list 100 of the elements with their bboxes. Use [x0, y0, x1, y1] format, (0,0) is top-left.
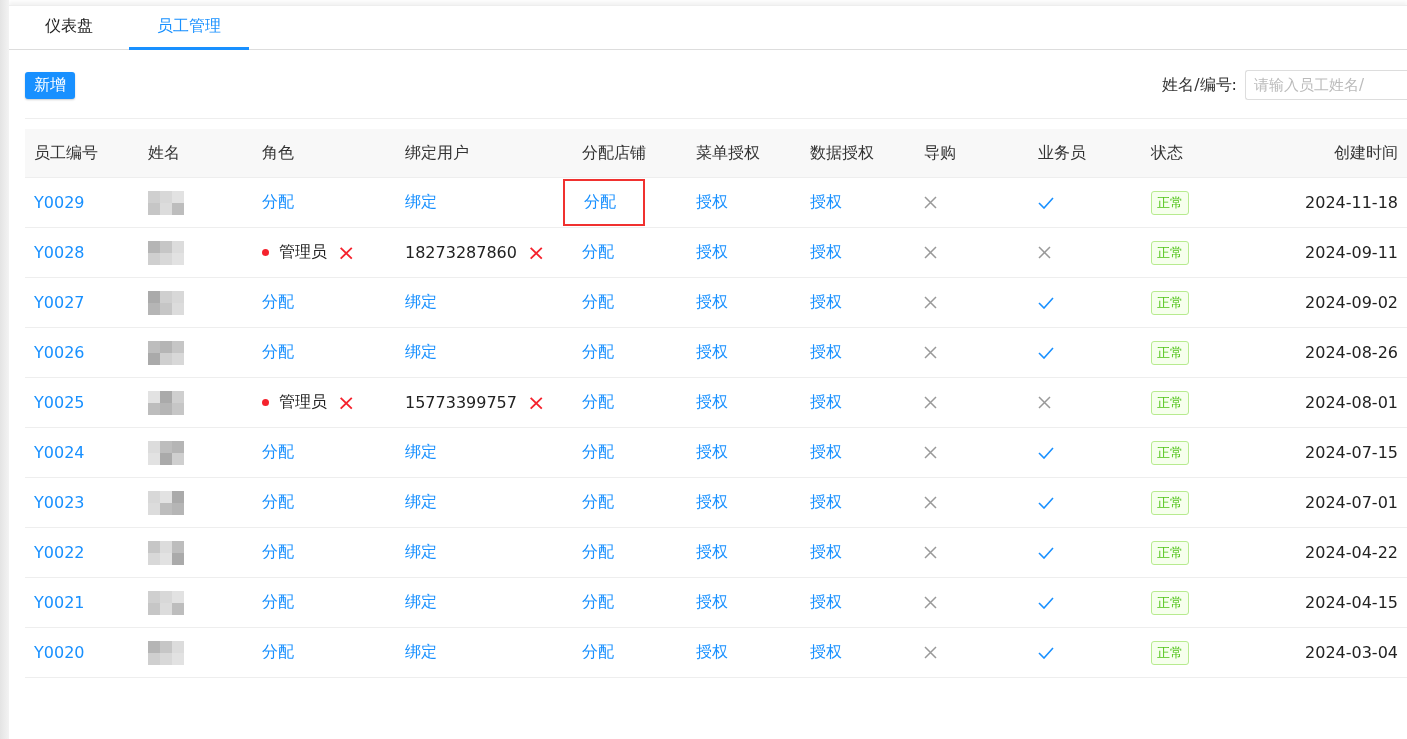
blurred-name — [148, 390, 184, 415]
column-header: 数据授权 — [810, 142, 874, 164]
remove-button[interactable]: × — [527, 391, 546, 414]
link[interactable]: 绑定 — [405, 292, 437, 313]
assign-link[interactable]: 分配 — [563, 179, 645, 226]
authorize-link[interactable]: 授权 — [810, 492, 842, 513]
remove-button[interactable]: × — [337, 391, 356, 414]
authorize-link[interactable]: 授权 — [810, 542, 842, 563]
link[interactable]: 绑定 — [405, 192, 437, 213]
assigned-value: 管理员 — [279, 392, 327, 413]
employee-id-link[interactable]: Y0021 — [34, 593, 85, 612]
link[interactable]: 分配 — [262, 442, 294, 463]
status-tag: 正常 — [1151, 640, 1189, 665]
authorize-link[interactable]: 授权 — [696, 592, 728, 613]
link[interactable]: 绑定 — [405, 342, 437, 363]
blurred-name — [148, 590, 184, 615]
authorize-link[interactable]: 授权 — [696, 342, 728, 363]
blurred-name — [148, 490, 184, 515]
assign-link[interactable]: 分配 — [582, 292, 614, 313]
status-dot-icon — [262, 249, 269, 256]
employee-id-link[interactable]: Y0028 — [34, 243, 85, 262]
authorize-link[interactable]: 授权 — [696, 642, 728, 663]
authorize-link[interactable]: 授权 — [810, 292, 842, 313]
status-tag: 正常 — [1151, 190, 1189, 215]
authorize-link[interactable]: 授权 — [810, 192, 842, 213]
authorize-link[interactable]: 授权 — [696, 542, 728, 563]
link[interactable]: 绑定 — [405, 542, 437, 563]
tab[interactable]: 仪表盘 — [9, 6, 129, 50]
link[interactable]: 绑定 — [405, 592, 437, 613]
status-tag: 正常 — [1151, 590, 1189, 615]
status-tag: 正常 — [1151, 290, 1189, 315]
blurred-name — [148, 340, 184, 365]
authorize-link[interactable]: 授权 — [696, 292, 728, 313]
employee-id-link[interactable]: Y0027 — [34, 293, 85, 312]
blurred-name — [148, 540, 184, 565]
remove-button[interactable]: × — [527, 241, 546, 264]
blurred-name — [148, 640, 184, 665]
tab[interactable]: 员工管理 — [129, 6, 249, 50]
authorize-link[interactable]: 授权 — [810, 592, 842, 613]
column-header: 员工编号 — [34, 142, 98, 164]
column-header: 姓名 — [148, 142, 180, 164]
add-button[interactable]: 新增 — [25, 71, 75, 99]
table-cell: 2024-09-02 — [1305, 293, 1398, 312]
status-tag: 正常 — [1151, 240, 1189, 265]
search-field[interactable]: 请输入员工姓名/ — [1245, 70, 1407, 100]
employee-id-link[interactable]: Y0020 — [34, 643, 85, 662]
authorize-link[interactable]: 授权 — [696, 492, 728, 513]
authorize-link[interactable]: 授权 — [810, 642, 842, 663]
search-label: 姓名/编号: — [1162, 74, 1237, 96]
authorize-link[interactable]: 授权 — [810, 342, 842, 363]
authorize-link[interactable]: 授权 — [696, 242, 728, 263]
assign-link[interactable]: 分配 — [582, 542, 614, 563]
status-tag: 正常 — [1151, 490, 1189, 515]
authorize-link[interactable]: 授权 — [810, 392, 842, 413]
link[interactable]: 分配 — [262, 592, 294, 613]
employee-id-link[interactable]: Y0026 — [34, 343, 85, 362]
authorize-link[interactable]: 授权 — [696, 442, 728, 463]
assign-link[interactable]: 分配 — [582, 592, 614, 613]
column-header: 状态 — [1151, 142, 1183, 164]
link[interactable]: 分配 — [262, 342, 294, 363]
link[interactable]: 分配 — [262, 542, 294, 563]
column-header: 绑定用户 — [405, 142, 469, 164]
blurred-name — [148, 190, 184, 215]
authorize-link[interactable]: 授权 — [696, 392, 728, 413]
column-header: 分配店铺 — [582, 142, 646, 164]
blurred-name — [148, 240, 184, 265]
link[interactable]: 绑定 — [405, 492, 437, 513]
remove-button[interactable]: × — [337, 241, 356, 264]
assigned-value: 18273287860 — [405, 243, 517, 262]
link[interactable]: 分配 — [262, 492, 294, 513]
link[interactable]: 绑定 — [405, 642, 437, 663]
authorize-link[interactable]: 授权 — [810, 442, 842, 463]
column-header: 业务员 — [1038, 142, 1086, 164]
assign-link[interactable]: 分配 — [582, 492, 614, 513]
employee-id-link[interactable]: Y0023 — [34, 493, 85, 512]
link[interactable]: 分配 — [262, 192, 294, 213]
status-tag: 正常 — [1151, 340, 1189, 365]
employee-id-link[interactable]: Y0022 — [34, 543, 85, 562]
blurred-name — [148, 290, 184, 315]
authorize-link[interactable]: 授权 — [696, 192, 728, 213]
column-header: 创建时间 — [1334, 142, 1398, 164]
link[interactable]: 绑定 — [405, 442, 437, 463]
assign-link[interactable]: 分配 — [582, 642, 614, 663]
status-tag: 正常 — [1151, 390, 1189, 415]
assign-link[interactable]: 分配 — [582, 392, 614, 413]
link[interactable]: 分配 — [262, 292, 294, 313]
assign-link[interactable]: 分配 — [582, 342, 614, 363]
table-cell: 2024-08-26 — [1305, 343, 1398, 362]
authorize-link[interactable]: 授权 — [810, 242, 842, 263]
status-dot-icon — [262, 399, 269, 406]
column-header: 角色 — [262, 142, 294, 164]
assigned-value: 15773399757 — [405, 393, 517, 412]
employee-id-link[interactable]: Y0024 — [34, 443, 85, 462]
assign-link[interactable]: 分配 — [582, 242, 614, 263]
table-cell: 2024-07-15 — [1305, 443, 1398, 462]
assign-link[interactable]: 分配 — [582, 442, 614, 463]
employee-id-link[interactable]: Y0029 — [34, 193, 85, 212]
table-cell: 2024-09-11 — [1305, 243, 1398, 262]
link[interactable]: 分配 — [262, 642, 294, 663]
employee-id-link[interactable]: Y0025 — [34, 393, 85, 412]
